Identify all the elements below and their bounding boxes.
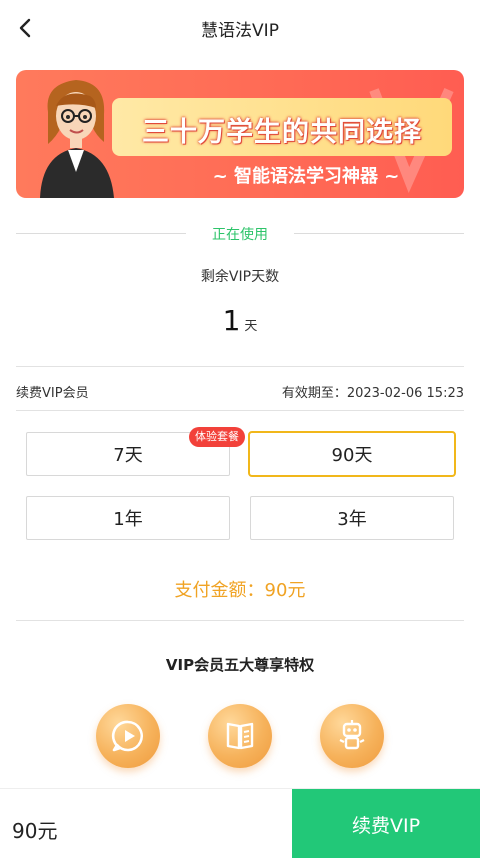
teacher-illustration [40,80,114,198]
divider [16,620,464,621]
total-price: 90元 [12,819,58,843]
privilege-robot[interactable] [320,704,384,768]
renew-info-row: 续费VIP会员 有效期至：2023-02-06 15:23 [16,380,464,402]
remaining-days-unit: 天 [244,319,258,334]
divider [16,410,464,411]
status-row: 正在使用 [16,222,464,246]
privileges-title: VIP会员五大尊享特权 [165,656,315,674]
remaining-days: 1天 [0,304,480,337]
renew-vip-button[interactable]: 续费VIP [292,789,480,858]
privilege-video[interactable] [96,704,160,768]
plan-option-90-days[interactable]: 90天 [248,431,456,477]
play-video-icon [111,720,144,752]
trial-badge: 体验套餐 [189,427,245,447]
banner-title: 三十万学生的共同选择 [142,117,422,148]
divider [16,366,464,367]
promo-banner: 三十万学生的共同选择 ~ 智能语法学习神器 ~ [16,70,464,198]
book-icon [226,722,254,750]
status-label: 正在使用 [212,227,268,243]
bottom-bar: 90元 续费VIP [0,788,480,858]
plan-option-1-year[interactable]: 1年 [26,496,230,540]
header: 慧语法VIP [0,0,480,56]
renew-label: 续费VIP会员 [16,386,89,401]
banner-subtitle: ~ 智能语法学习神器 ~ [212,166,400,187]
remaining-days-label: 剩余VIP天数 [200,269,280,285]
remaining-days-value: 1 [222,304,241,337]
expiry-date: 有效期至：2023-02-06 15:23 [281,386,464,401]
page-title: 慧语法VIP [201,21,279,41]
plan-option-3-years[interactable]: 3年 [250,496,454,540]
payment-amount: 支付金额：90元 [174,580,306,601]
privilege-reading[interactable] [208,704,272,768]
robot-icon [339,720,365,750]
